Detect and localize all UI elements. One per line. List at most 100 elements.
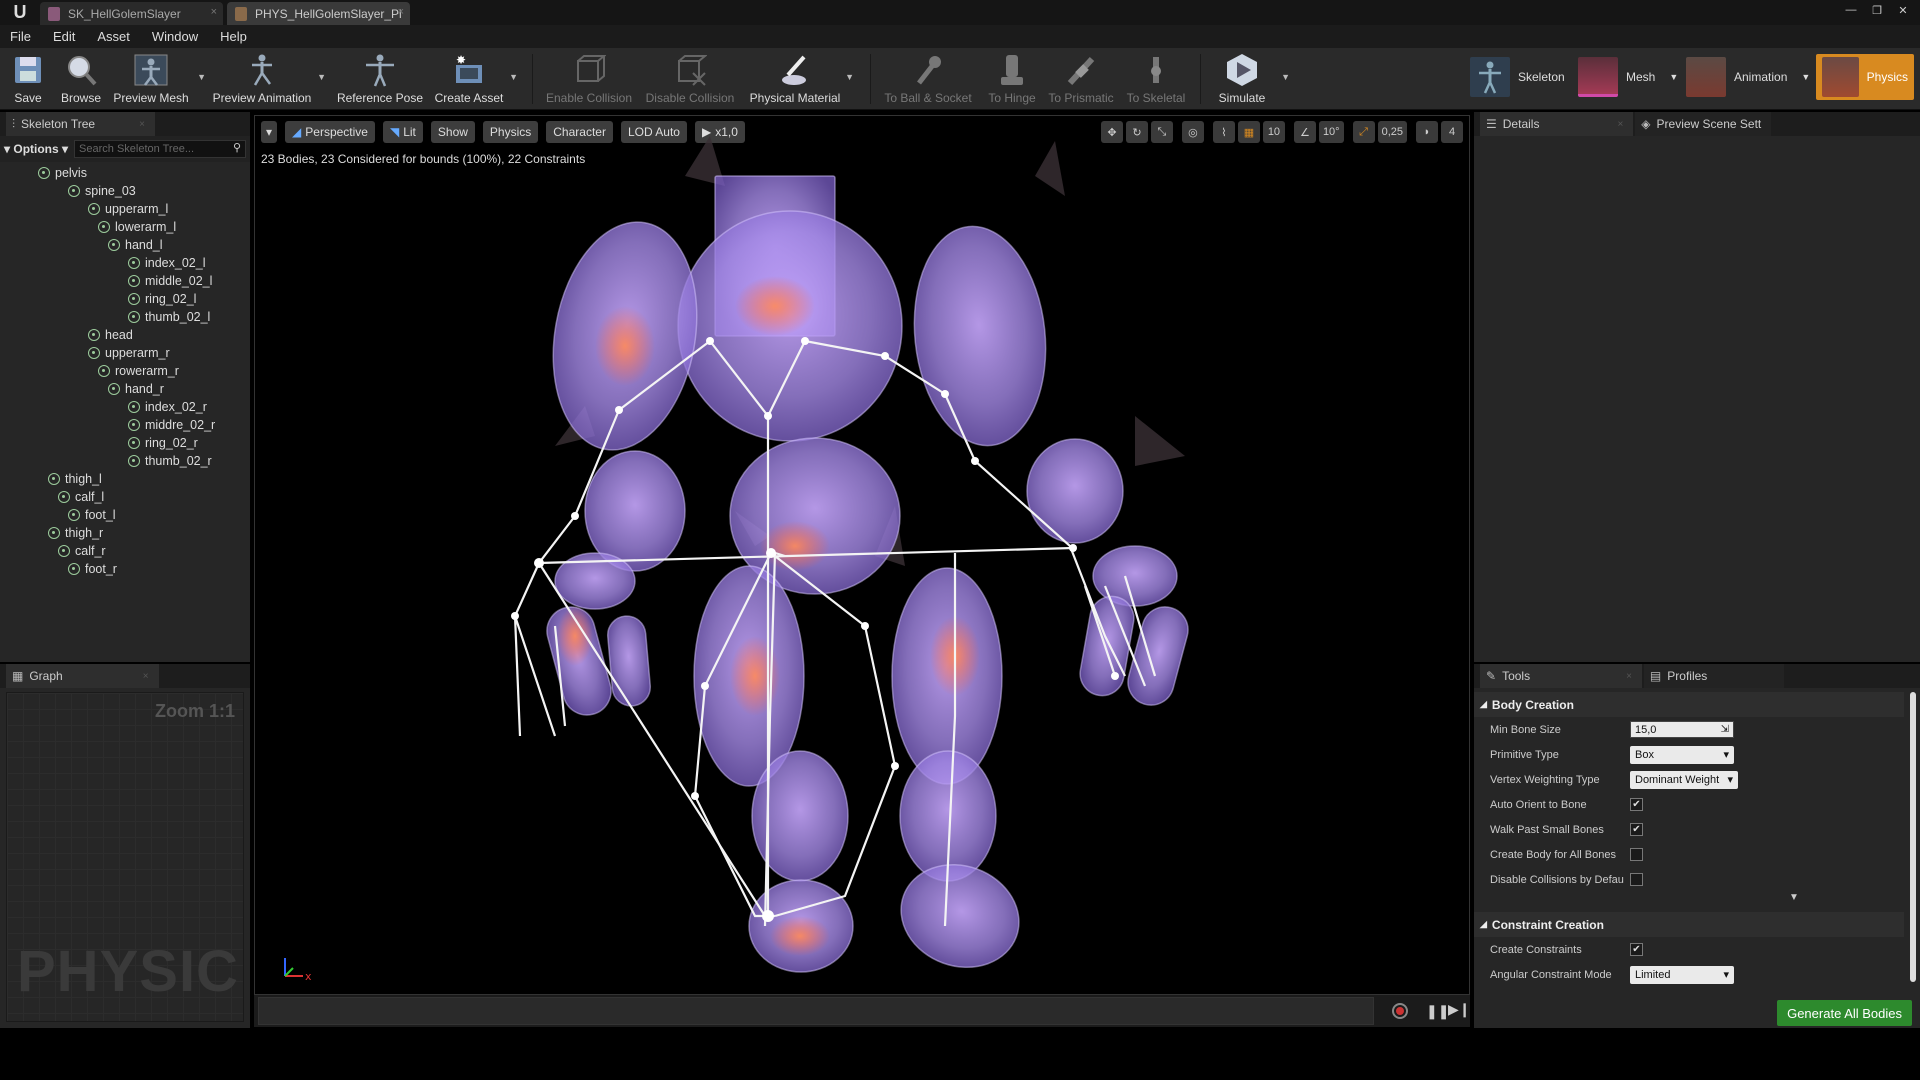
to-ball-socket-button[interactable]: To Ball & Socket [884,48,972,110]
bone-row[interactable]: middre_02_r [0,416,250,434]
upperarm-r-body[interactable] [904,220,1056,452]
bone-row[interactable]: index_02_l [0,254,250,272]
bone-row[interactable]: thigh_l [0,470,250,488]
bone-row[interactable]: pelvis [0,164,250,182]
menu-edit[interactable]: Edit [53,29,75,44]
dropdown-arrow-icon[interactable]: ▼ [1281,72,1290,82]
dropdown-arrow-icon[interactable]: ▼ [845,72,854,82]
disable-collisions-checkbox[interactable] [1630,873,1643,886]
step-forward-icon[interactable]: ▶❙ [1448,1001,1471,1018]
bone-row[interactable]: middle_02_l [0,272,250,290]
menu-asset[interactable]: Asset [97,29,130,44]
save-button[interactable]: Save [10,48,46,110]
options-dropdown[interactable]: ▾ Options ▾ [4,142,68,156]
minimize-icon[interactable]: — [1840,3,1862,17]
dropdown-arrow-icon[interactable]: ▼ [1801,72,1810,82]
vertex-weighting-select[interactable]: Dominant Weight ▾ [1630,770,1738,789]
menu-help[interactable]: Help [220,29,247,44]
tab-details[interactable]: ☰ Details × [1480,112,1634,136]
tab-skeleton-tree[interactable]: ⫶ Skeleton Tree × [6,112,155,136]
restore-icon[interactable]: ❐ [1866,3,1888,17]
bone-row[interactable]: spine_03 [0,182,250,200]
mode-mesh[interactable]: Mesh ▼ [1578,54,1678,100]
close-icon[interactable]: × [139,119,145,130]
reference-pose-button[interactable]: Reference Pose [337,48,423,110]
preview-mesh-button[interactable]: Preview Mesh ▼ [113,48,206,110]
generate-all-bodies-button[interactable]: Generate All Bodies [1777,1000,1912,1026]
bone-row[interactable]: head [0,326,250,344]
lowerarm-r-body[interactable] [1026,438,1124,544]
close-icon[interactable]: × [1617,119,1623,130]
to-skeletal-button[interactable]: To Skeletal [1126,48,1186,110]
expand-advanced-icon[interactable]: ▼ [1474,892,1904,906]
dropdown-arrow-icon[interactable]: ▼ [197,72,206,82]
tools-content: ◢ Body Creation Min Bone Size 15,0 ⇲ Primi… [1474,692,1904,987]
bone-row[interactable]: ring_02_r [0,434,250,452]
tab-graph[interactable]: ▦ Graph × [6,664,159,688]
middle-l-body[interactable] [606,615,652,708]
mode-skeleton[interactable]: Skeleton [1470,54,1565,100]
timeline-scrubber[interactable] [258,997,1374,1025]
bone-row[interactable]: index_02_r [0,398,250,416]
preview-animation-button[interactable]: Preview Animation ▼ [212,48,326,110]
bone-row[interactable]: foot_l [0,506,250,524]
dropdown-arrow-icon[interactable]: ▼ [317,72,326,82]
tab-preview-scene-settings[interactable]: ◈ Preview Scene Sett [1635,112,1772,136]
tab-skeletal-mesh[interactable]: SK_HellGolemSlayer × [40,2,223,25]
angular-mode-select[interactable]: Limited ▾ [1630,965,1734,984]
graph-canvas[interactable]: Zoom 1:1 PHYSICS [6,692,244,1022]
bone-row[interactable]: calf_r [0,542,250,560]
golem-physics-preview[interactable]: x [255,116,1470,995]
close-icon[interactable]: × [211,6,217,18]
search-skeleton-input[interactable]: Search Skeleton Tree... ⚲ [74,140,246,158]
constraint-creation-section[interactable]: ◢ Constraint Creation [1474,912,1904,937]
dropdown-arrow-icon[interactable]: ▼ [1669,72,1678,82]
mode-physics[interactable]: Physics [1816,54,1914,100]
pause-icon[interactable]: ❚❚ [1426,1003,1449,1020]
bone-row[interactable]: ring_02_l [0,290,250,308]
foot-r-body[interactable] [887,848,1034,983]
t-pose-icon [361,52,399,88]
bone-row[interactable]: upperarm_r [0,344,250,362]
menu-window[interactable]: Window [152,29,198,44]
min-bone-size-input[interactable]: 15,0 ⇲ [1630,721,1734,738]
walk-past-checkbox[interactable]: ✔ [1630,823,1643,836]
close-icon[interactable]: × [143,671,149,682]
tab-physics-asset[interactable]: PHYS_HellGolemSlayer_Pl × [227,2,410,25]
scrollbar[interactable] [1910,692,1916,982]
mode-animation[interactable]: Animation ▼ [1686,54,1810,100]
physical-material-button[interactable]: Physical Material ▼ [748,48,854,110]
simulate-button[interactable]: Simulate ▼ [1216,48,1290,110]
to-hinge-button[interactable]: To Hinge [984,48,1040,110]
create-constraints-checkbox[interactable]: ✔ [1630,943,1643,956]
auto-orient-checkbox[interactable]: ✔ [1630,798,1643,811]
bone-row[interactable]: calf_l [0,488,250,506]
create-body-checkbox[interactable] [1630,848,1643,861]
bone-row[interactable]: thigh_r [0,524,250,542]
bone-row[interactable]: foot_r [0,560,250,578]
bone-row[interactable]: upperarm_l [0,200,250,218]
primitive-type-select[interactable]: Box ▾ [1630,745,1734,764]
bone-row[interactable]: rowerarm_r [0,362,250,380]
bone-row[interactable]: lowerarm_l [0,218,250,236]
close-icon[interactable]: × [398,6,404,18]
tab-tools[interactable]: ✎ Tools × [1480,664,1642,688]
to-prismatic-button[interactable]: To Prismatic [1046,48,1116,110]
record-button[interactable] [1392,1003,1408,1019]
disable-collision-button[interactable]: Disable Collision [646,48,734,110]
create-asset-button[interactable]: ✸ Create Asset ▼ [434,48,518,110]
bone-label: upperarm_l [105,202,169,216]
enable-collision-button[interactable]: Enable Collision [546,48,632,110]
dropdown-arrow-icon[interactable]: ▼ [509,72,518,82]
viewport[interactable]: ▾ ◢ Perspective ◥ Lit Show Physics Charact… [254,115,1470,995]
bone-row[interactable]: thumb_02_r [0,452,250,470]
tab-profiles[interactable]: ▤ Profiles [1643,664,1784,688]
bone-row[interactable]: thumb_02_l [0,308,250,326]
bone-row[interactable]: hand_l [0,236,250,254]
menu-file[interactable]: File [10,29,31,44]
bone-row[interactable]: hand_r [0,380,250,398]
close-window-icon[interactable]: ✕ [1892,3,1914,17]
close-icon[interactable]: × [1626,671,1632,682]
browse-button[interactable]: Browse [60,48,102,110]
body-creation-section[interactable]: ◢ Body Creation [1474,692,1904,717]
